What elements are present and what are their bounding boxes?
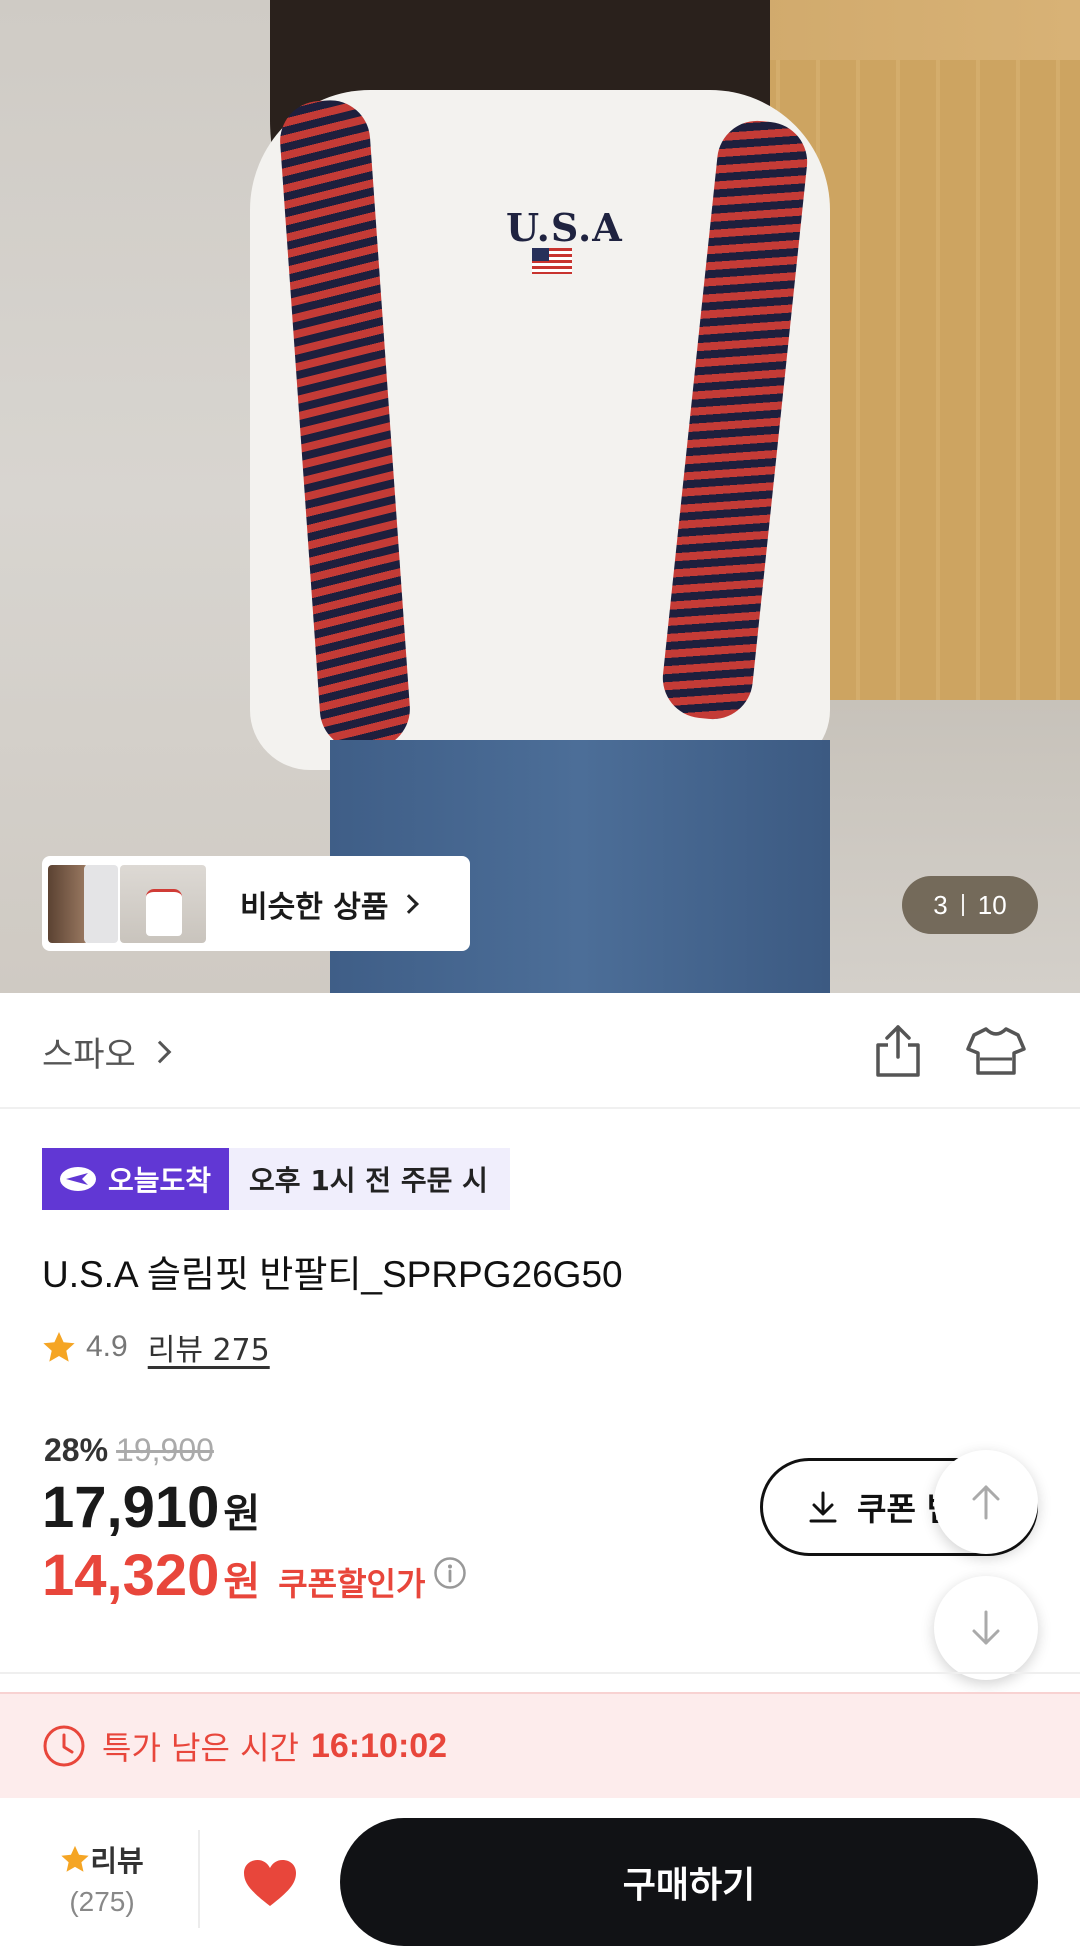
similar-products-label: 비슷한 상품 (240, 889, 389, 925)
section-divider (0, 1672, 1080, 1674)
buy-button[interactable]: 구매하기 (340, 1818, 1038, 1946)
size-fit-button[interactable] (966, 1023, 1026, 1079)
similar-thumbnails (48, 861, 208, 946)
brand-name: 스파오 (42, 1035, 136, 1075)
info-icon-button[interactable] (433, 1556, 467, 1595)
deal-timer-banner: 특가 남은 시간 16:10:02 (0, 1692, 1080, 1798)
review-count-link[interactable]: 리뷰 275 (148, 1325, 270, 1369)
shirt-print-text: U.S.A (506, 205, 623, 250)
download-icon (809, 1491, 837, 1523)
bottom-review-label: 리뷰 (90, 1844, 144, 1878)
image-counter-total: 10 (977, 889, 1007, 920)
deal-timer-value: 16:10:02 (310, 1726, 448, 1765)
rating-score: 4.9 (86, 1330, 128, 1363)
coupon-price-value: 14,320 (42, 1543, 220, 1608)
bottom-review-button[interactable]: 리뷰 (275) (42, 1838, 162, 1918)
share-button[interactable] (872, 1023, 924, 1079)
image-counter-current: 3 (933, 889, 948, 920)
coupon-price-unit: 원 (223, 1560, 261, 1604)
star-icon (61, 1845, 89, 1872)
sale-price: 17,910 원 (42, 1474, 260, 1541)
info-icon (434, 1557, 467, 1589)
similar-thumbnail (48, 865, 88, 943)
product-title: U.S.A 슬림핏 반팔티_SPRPG26G50 (42, 1254, 623, 1295)
coupon-price-label: 쿠폰할인가 (278, 1566, 426, 1602)
chevron-right-icon (148, 1040, 172, 1063)
delivery-plane-icon (60, 1167, 96, 1191)
bottom-bar-divider (198, 1830, 200, 1928)
scroll-to-top-button[interactable] (934, 1450, 1038, 1554)
original-price: 19,900 (116, 1432, 214, 1468)
arrow-down-icon (972, 1610, 1000, 1645)
bottom-action-bar: 리뷰 (275) 구매하기 (0, 1800, 1080, 1950)
image-counter: 3 10 (902, 876, 1038, 934)
similar-products-button[interactable]: 비슷한 상품 (42, 856, 470, 951)
product-image-gallery[interactable]: U.S.A 비슷한 상품 3 10 (0, 0, 1080, 993)
brand-row: 스파오 (0, 993, 1080, 1109)
scroll-down-button[interactable] (934, 1576, 1038, 1680)
share-icon (876, 1025, 920, 1077)
sale-price-unit: 원 (223, 1492, 261, 1536)
arrow-up-icon (972, 1485, 1000, 1520)
bottom-review-title: 리뷰 (42, 1838, 162, 1880)
today-delivery-label: 오늘도착 (108, 1164, 212, 1197)
delivery-condition: 오후 1시 전 주문 시 (229, 1148, 510, 1210)
bottom-review-count: (275) (69, 1886, 135, 1917)
deal-timer-label: 특가 남은 시간 (102, 1729, 299, 1767)
coupon-price: 14,320 원 쿠폰할인가 (42, 1542, 467, 1609)
counter-divider (961, 894, 964, 916)
star-icon (43, 1332, 75, 1362)
rating-row: 4.9 리뷰 275 (42, 1325, 270, 1369)
like-button[interactable] (242, 1858, 298, 1912)
similar-thumbnail (84, 865, 118, 943)
sale-price-value: 17,910 (42, 1475, 220, 1540)
shirt-flag-print (532, 248, 572, 274)
heart-icon (244, 1860, 296, 1906)
similar-thumbnail (120, 865, 206, 943)
tshirt-icon (966, 1027, 1026, 1075)
today-delivery-badge: 오늘도착 (42, 1148, 230, 1210)
clock-icon (43, 1725, 85, 1767)
discount-rate: 28% (44, 1432, 109, 1468)
chevron-right-icon (399, 893, 420, 914)
delivery-badge: 오늘도착 오후 1시 전 주문 시 (42, 1148, 510, 1210)
discount-row: 28% 19,900 (44, 1432, 214, 1469)
brand-link[interactable]: 스파오 (42, 1027, 172, 1076)
